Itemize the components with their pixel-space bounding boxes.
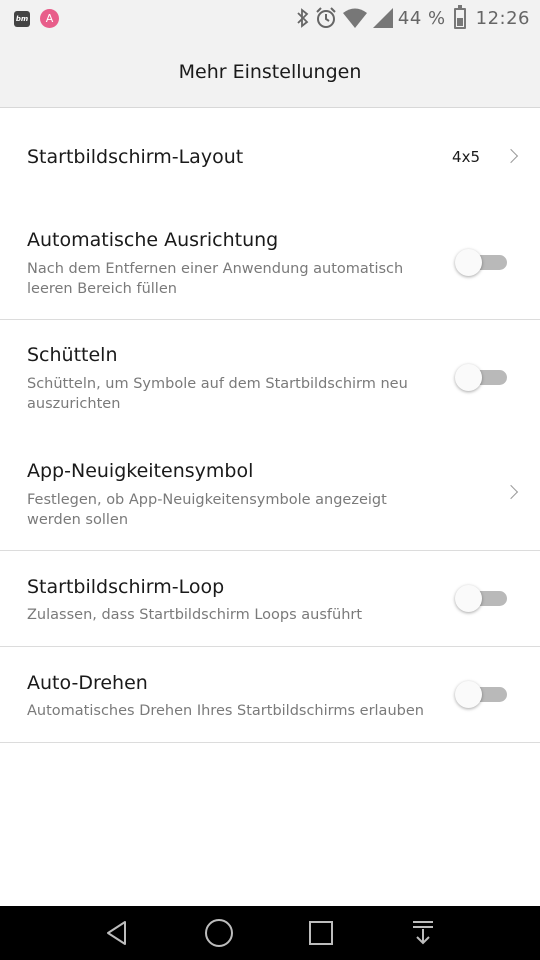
navigation-bar bbox=[0, 906, 540, 960]
notification-pull-button[interactable] bbox=[408, 918, 438, 948]
notification-pull-icon bbox=[413, 921, 433, 945]
signal-icon bbox=[372, 7, 394, 29]
setting-home-loop-label: Startbildschirm-Loop bbox=[27, 576, 225, 598]
setting-home-layout-label: Startbildschirm-Layout bbox=[27, 146, 244, 168]
divider bbox=[0, 742, 540, 743]
recents-button[interactable] bbox=[306, 918, 336, 948]
bluetooth-icon bbox=[296, 7, 310, 29]
status-bar: bm A 44 % 12:26 bbox=[0, 0, 540, 36]
alarm-icon bbox=[314, 6, 338, 30]
chevron-right-icon bbox=[503, 148, 519, 164]
home-loop-toggle[interactable] bbox=[455, 584, 509, 612]
shake-toggle[interactable] bbox=[455, 363, 509, 391]
setting-home-loop[interactable]: Startbildschirm-Loop Zulassen, dass Star… bbox=[0, 551, 540, 646]
title-bar: Mehr Einstellungen bbox=[0, 36, 540, 108]
setting-app-badge-label: App-Neuigkeitensymbol bbox=[27, 460, 254, 482]
back-icon bbox=[107, 921, 126, 945]
recents-icon bbox=[309, 921, 333, 945]
setting-home-layout[interactable]: Startbildschirm-Layout 4x5 bbox=[0, 108, 540, 204]
setting-app-badge[interactable]: App-Neuigkeitensymbol Festlegen, ob App-… bbox=[0, 435, 540, 550]
status-indicators: 44 % 12:26 bbox=[296, 4, 530, 30]
setting-auto-rotate-description: Automatisches Drehen Ihres Startbildschi… bbox=[27, 703, 424, 719]
setting-auto-align-label: Automatische Ausrichtung bbox=[27, 229, 279, 251]
setting-home-layout-value: 4x5 bbox=[452, 148, 480, 166]
page-title: Mehr Einstellungen bbox=[178, 60, 362, 83]
battery-percentage: 44 % bbox=[397, 7, 446, 29]
setting-home-loop-description: Zulassen, dass Startbildschirm Loops aus… bbox=[27, 607, 363, 623]
back-button[interactable] bbox=[102, 918, 132, 948]
setting-auto-rotate[interactable]: Auto-Drehen Automatisches Drehen Ihres S… bbox=[0, 647, 540, 742]
bm-notification-icon: bm bbox=[14, 10, 30, 27]
home-icon bbox=[205, 919, 233, 947]
home-button[interactable] bbox=[204, 918, 234, 948]
setting-auto-rotate-label: Auto-Drehen bbox=[27, 672, 148, 694]
setting-shake-description: Schütteln, um Symbole auf dem Startbilds… bbox=[27, 376, 408, 412]
a-notification-icon: A bbox=[40, 9, 59, 28]
status-notifications: bm A bbox=[14, 9, 59, 28]
setting-shake-label: Schütteln bbox=[27, 344, 118, 366]
battery-icon bbox=[453, 4, 466, 29]
auto-rotate-toggle[interactable] bbox=[455, 680, 509, 708]
setting-app-badge-description: Festlegen, ob App-Neuigkeitensymbole ang… bbox=[27, 492, 387, 528]
chevron-right-icon bbox=[503, 484, 519, 500]
setting-shake[interactable]: Schütteln Schütteln, um Symbole auf dem … bbox=[0, 320, 540, 435]
setting-auto-align[interactable]: Automatische Ausrichtung Nach dem Entfer… bbox=[0, 204, 540, 319]
wifi-icon bbox=[342, 7, 368, 29]
auto-align-toggle[interactable] bbox=[455, 248, 509, 276]
setting-auto-align-description: Nach dem Entfernen einer Anwendung autom… bbox=[27, 261, 404, 297]
clock: 12:26 bbox=[475, 7, 530, 29]
